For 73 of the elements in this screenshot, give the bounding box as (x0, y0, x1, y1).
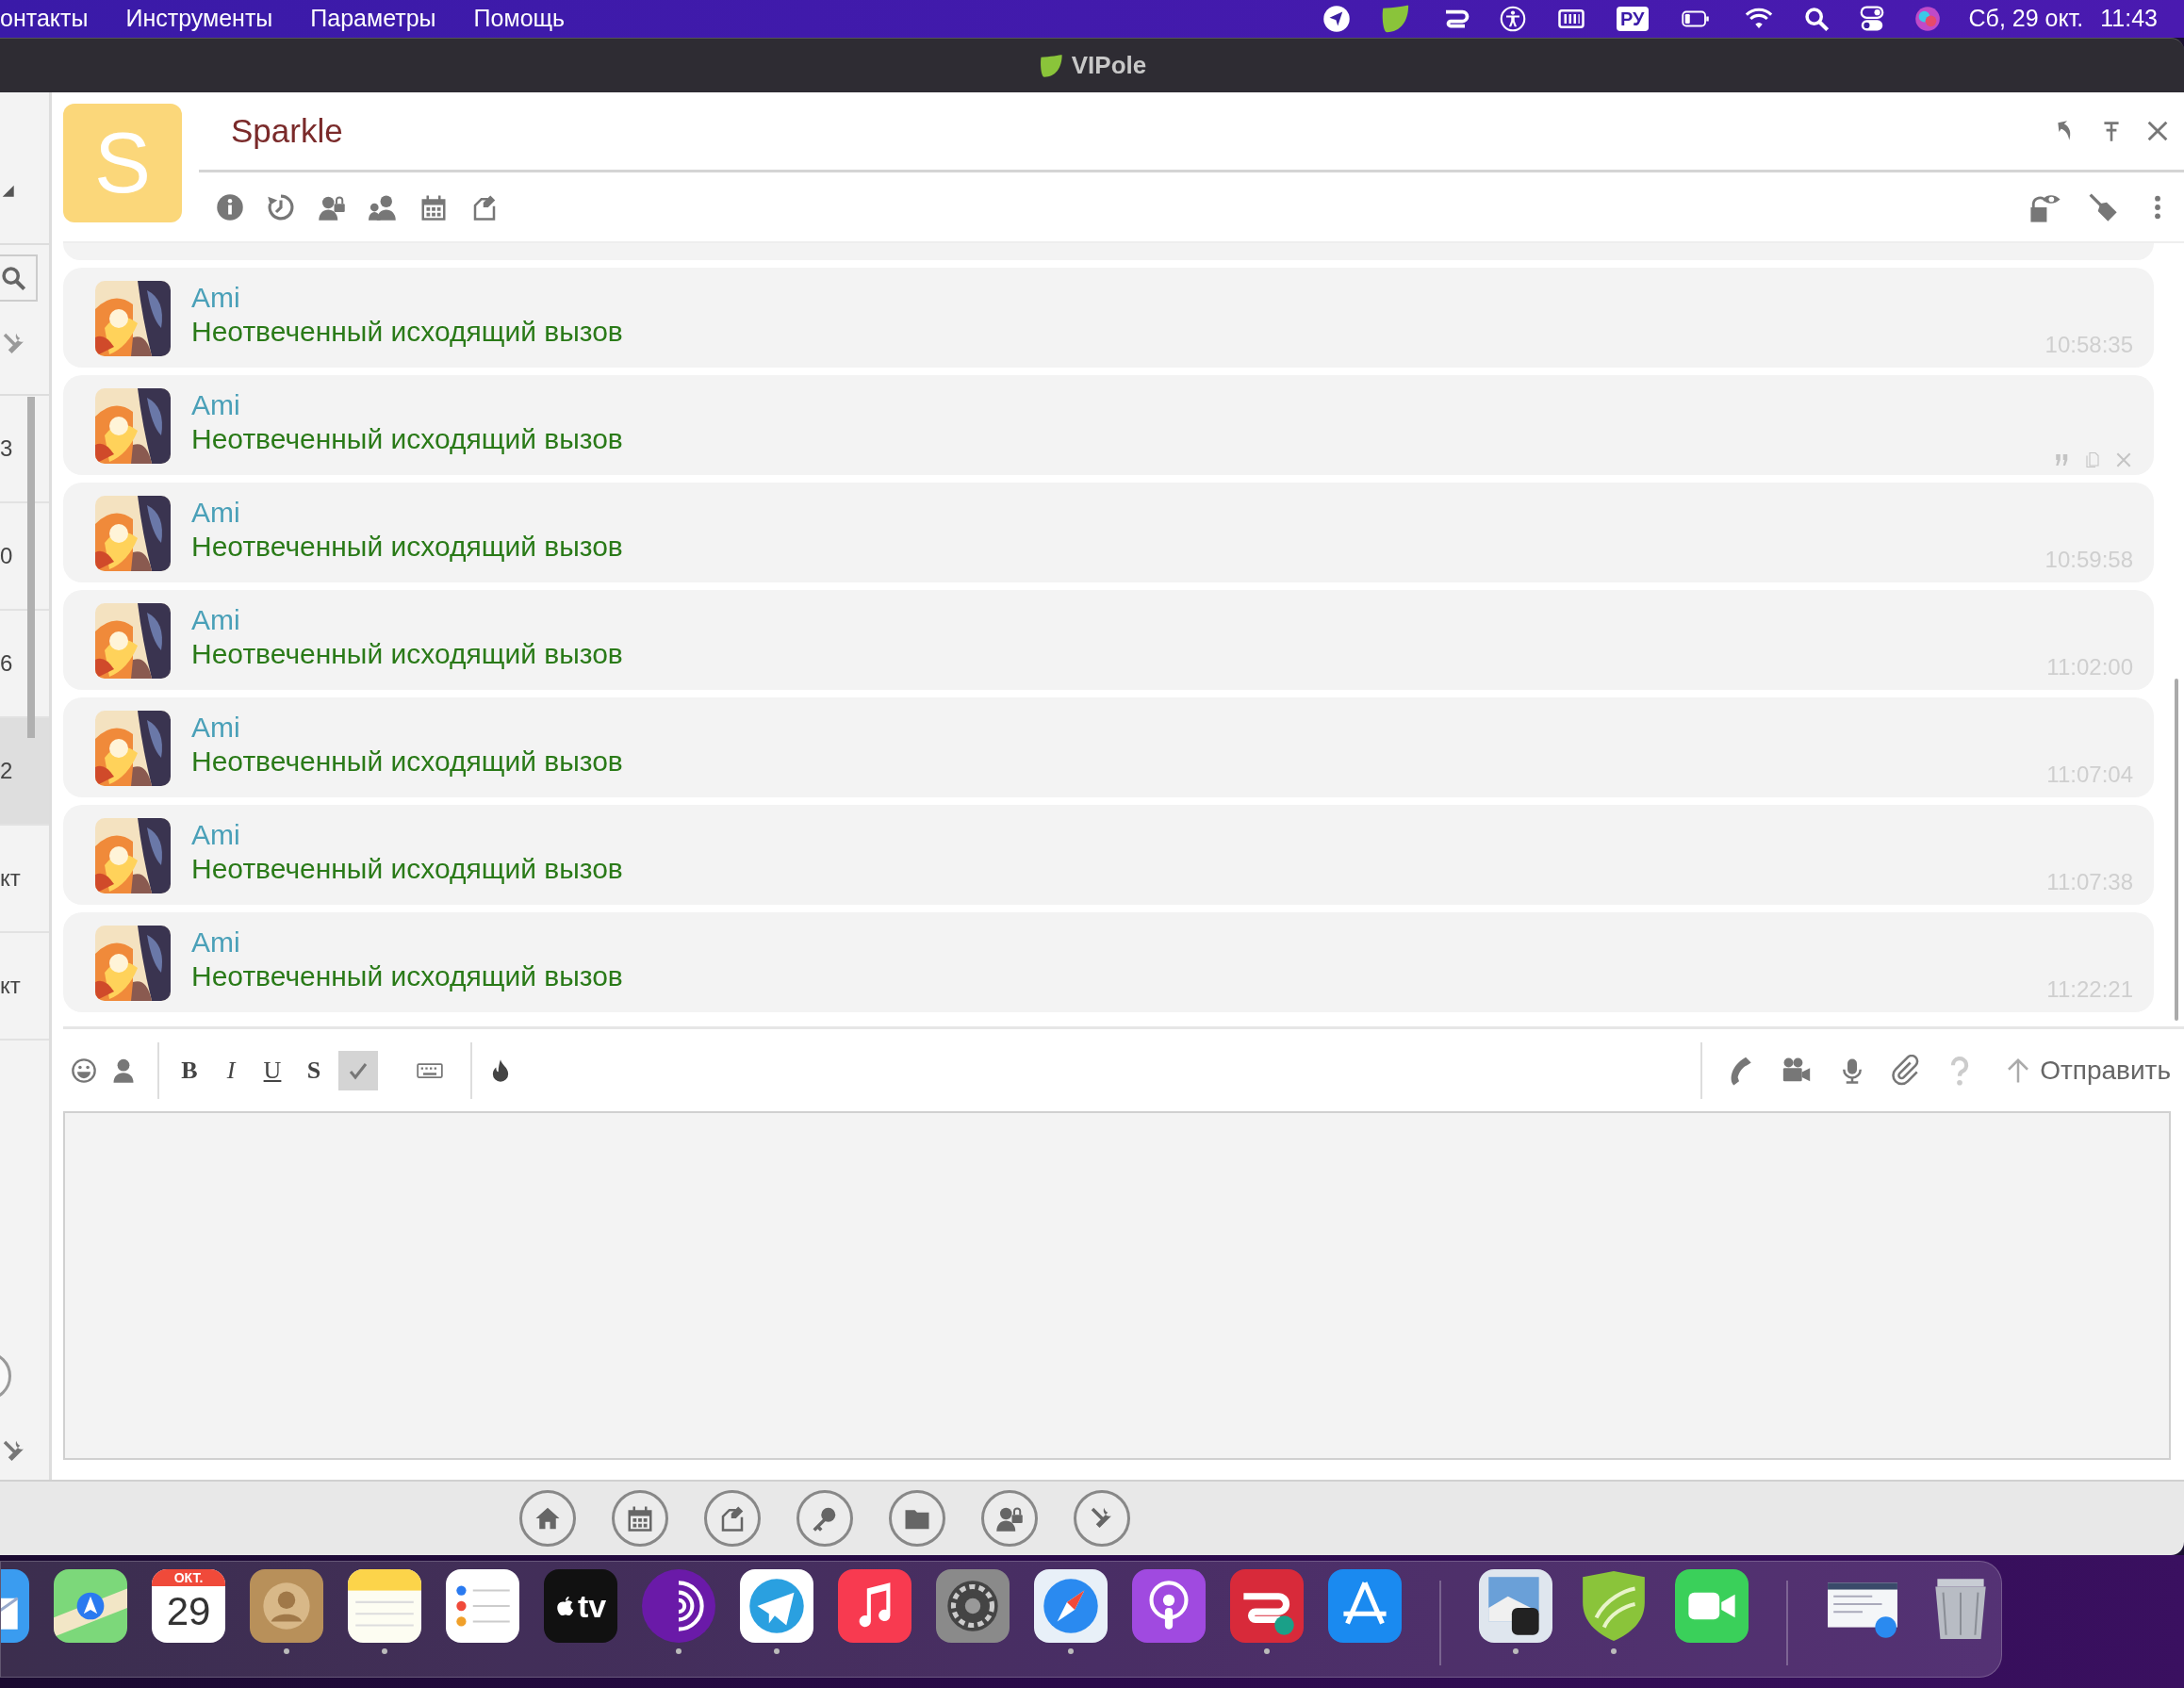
italic-button[interactable]: I (214, 1051, 248, 1090)
menu-item[interactable]: Инструменты (125, 1, 273, 37)
message-text: Неотвеченный исходящий вызов (191, 745, 623, 778)
menu-date[interactable]: Сб, 29 окт. (1968, 1, 2084, 37)
search-icon[interactable] (1802, 6, 1830, 32)
calendar-app-icon[interactable]: ОКТ. 29 (152, 1569, 225, 1643)
sender-name: Ami (191, 281, 241, 315)
address-book-icon[interactable] (250, 1569, 323, 1643)
video-camera-icon[interactable] (1675, 1569, 1749, 1643)
bold-button[interactable]: B (172, 1051, 206, 1090)
apple-icon (554, 1594, 576, 1618)
send-button[interactable]: Отправить (1998, 1050, 2171, 1090)
scrollbar[interactable] (27, 397, 35, 738)
tv-label: tv (577, 1586, 607, 1626)
calendar-button[interactable] (612, 1490, 668, 1547)
sender-name: Ami (191, 388, 241, 422)
message-text: Неотвеченный исходящий вызов (191, 637, 623, 671)
menu-item[interactable]: онтакты (0, 1, 89, 37)
podcast-icon[interactable] (1132, 1569, 1206, 1643)
calendar-icon (626, 1504, 654, 1532)
edit-note-button[interactable] (704, 1490, 761, 1547)
sender-name: Ami (191, 496, 241, 530)
key-button[interactable] (796, 1490, 853, 1547)
search-button[interactable] (0, 254, 38, 302)
window-title: VIPole (1071, 50, 1147, 81)
message-text: Неотвеченный исходящий вызов (191, 530, 623, 564)
folder-button[interactable] (889, 1490, 945, 1547)
checklist-icon[interactable] (446, 1569, 519, 1643)
history-icon[interactable] (267, 192, 295, 221)
underline-button[interactable]: U (255, 1051, 289, 1090)
strike-button[interactable]: S (297, 1051, 331, 1090)
notepad-icon[interactable] (348, 1569, 421, 1643)
menu-clock[interactable]: 11:43 (2100, 1, 2158, 37)
gear-icon[interactable] (936, 1569, 1010, 1643)
sender-name: Ami (191, 926, 241, 959)
locked-contact-icon (995, 1504, 1024, 1532)
photo-viewer-icon[interactable] (1479, 1569, 1552, 1643)
emoji-icon[interactable] (71, 1057, 97, 1084)
scrollbar[interactable] (2175, 679, 2178, 1021)
tv-app-icon[interactable]: tv (544, 1569, 617, 1643)
contact-name: Sparkle (231, 110, 343, 151)
message-text: Неотвеченный исходящий вызов (191, 315, 623, 349)
contact-row[interactable]: 2 (0, 718, 49, 826)
triangle-icon[interactable] (0, 183, 15, 198)
compass-icon[interactable] (1034, 1569, 1108, 1643)
calendar-month: ОКТ. (152, 1569, 225, 1586)
paper-plane-icon[interactable] (740, 1569, 813, 1643)
accessibility-icon[interactable] (1500, 6, 1526, 32)
broom-icon[interactable] (2088, 191, 2118, 222)
message-input[interactable] (63, 1111, 2171, 1460)
contact-avatar: S (63, 104, 182, 222)
input-source[interactable]: РУ (1617, 7, 1649, 31)
tools-button[interactable] (1074, 1490, 1130, 1547)
sender-name: Ami (191, 818, 241, 852)
map-icon[interactable] (54, 1569, 127, 1643)
message-text: Неотвеченный исходящий вызов (191, 852, 623, 886)
locked-contact-button[interactable] (981, 1490, 1038, 1547)
spellcheck-button[interactable] (338, 1050, 378, 1090)
home-button[interactable] (519, 1490, 576, 1547)
info-icon[interactable] (216, 192, 244, 221)
vpn-icon[interactable] (1230, 1569, 1304, 1643)
menu-item[interactable]: Параметры (310, 1, 436, 37)
menu-item[interactable]: Помощь (473, 1, 566, 37)
calendar-day: 29 (166, 1586, 211, 1637)
search-icon (0, 265, 26, 291)
sender-name: Ami (191, 603, 241, 637)
location-icon[interactable] (1322, 5, 1351, 33)
app-store-icon[interactable] (1328, 1569, 1402, 1643)
message-text: Неотвеченный исходящий вызов (191, 422, 623, 456)
siri-icon[interactable] (1913, 6, 1941, 32)
message-text: Неотвеченный исходящий вызов (191, 959, 623, 993)
music-note-icon[interactable] (838, 1569, 911, 1643)
sender-name: Ami (191, 711, 241, 745)
